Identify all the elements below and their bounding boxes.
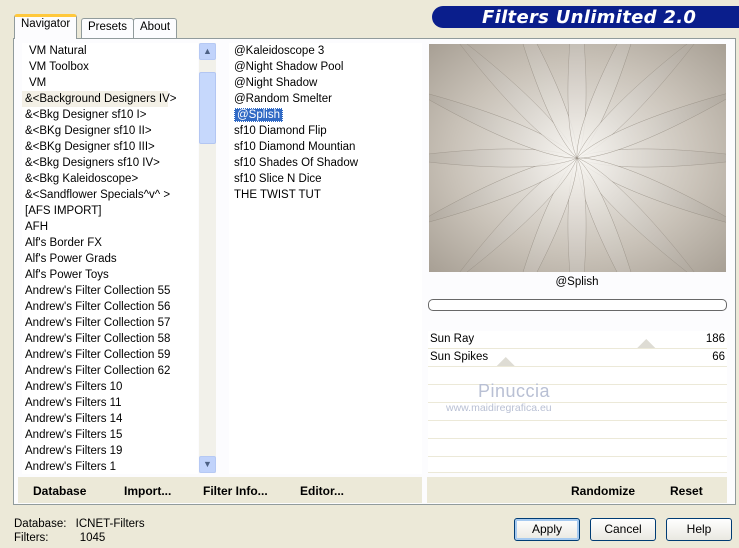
category-item[interactable]: Andrew's Filters 11	[22, 395, 198, 411]
filter-item[interactable]: @Kaleidoscope 3	[229, 43, 422, 59]
category-item[interactable]: Andrew's Filters 1	[22, 459, 198, 474]
filter-list[interactable]: @Kaleidoscope 3 @Night Shadow Pool @Night …	[229, 43, 422, 474]
category-item[interactable]: Andrew's Filter Collection 57	[22, 315, 198, 331]
filter-item-label: @Splish	[234, 108, 283, 122]
category-item[interactable]: VM	[22, 75, 198, 91]
category-scrollbar[interactable]: ▲ ▼	[199, 43, 216, 473]
filter-item-label: @Random Smelter	[234, 93, 332, 105]
app-title: Filters Unlimited 2.0	[482, 7, 697, 28]
watermark-name: Pinuccia	[478, 381, 551, 401]
filter-info-button[interactable]: Filter Info...	[203, 484, 268, 498]
category-item[interactable]: Andrew's Filters 19	[22, 443, 198, 459]
category-item[interactable]: &<Background Designers IV>	[22, 91, 177, 107]
category-item[interactable]: &<BKg Designer sf10 II>	[22, 123, 198, 139]
status-filters-value: 1045	[79, 532, 106, 544]
category-item[interactable]: Andrew's Filter Collection 55	[22, 283, 198, 299]
status-db-value: ICNET-Filters	[75, 518, 145, 530]
status-filters: Filters: 1045	[14, 532, 105, 544]
editor-button[interactable]: Editor...	[300, 484, 344, 498]
category-item[interactable]: Andrew's Filters 14	[22, 411, 198, 427]
filter-item-label: sf10 Slice N Dice	[234, 173, 322, 185]
param-row-empty	[428, 421, 727, 439]
watermark-url: www.maidiregrafica.eu	[446, 402, 552, 414]
progress-bar	[428, 299, 727, 311]
category-item[interactable]: Andrew's Filter Collection 56	[22, 299, 198, 315]
filter-item[interactable]: THE TWIST TUT	[229, 187, 422, 203]
randomize-button[interactable]: Randomize	[571, 484, 635, 498]
scroll-down-button[interactable]: ▼	[199, 456, 216, 473]
sun-spikes-slider[interactable]	[428, 357, 727, 367]
param-row-empty	[428, 385, 727, 403]
filter-item-label: @Night Shadow	[234, 77, 318, 89]
category-item[interactable]: &<Bkg Kaleidoscope>	[22, 171, 198, 187]
category-item[interactable]: &<Bkg Designer sf10 I>	[22, 107, 198, 123]
apply-button[interactable]: Apply	[514, 518, 580, 541]
filter-item-label: sf10 Diamond Flip	[234, 125, 327, 137]
filter-item-label: @Night Shadow Pool	[234, 61, 344, 73]
filter-item-label: sf10 Shades Of Shadow	[234, 157, 359, 169]
param-row-sun-spikes[interactable]: Sun Spikes 66	[428, 349, 727, 367]
filter-item[interactable]: sf10 Diamond Flip	[229, 123, 422, 139]
tab-presets[interactable]: Presets	[81, 18, 134, 38]
param-row-sun-ray[interactable]: Sun Ray 186	[428, 331, 727, 349]
category-item[interactable]: AFH	[22, 219, 198, 235]
param-row-empty	[428, 457, 727, 473]
category-item[interactable]: VM Toolbox	[22, 59, 198, 75]
category-item[interactable]: Alf's Power Toys	[22, 267, 198, 283]
category-item[interactable]: &<Bkg Designers sf10 IV>	[22, 155, 198, 171]
tab-about[interactable]: About	[133, 18, 178, 38]
category-item[interactable]: Alf's Power Grads	[22, 251, 198, 267]
status-db-label: Database:	[14, 518, 67, 530]
reset-button[interactable]: Reset	[670, 484, 703, 498]
filter-item[interactable]: sf10 Slice N Dice	[229, 171, 422, 187]
param-row-empty	[428, 367, 727, 385]
category-item[interactable]: Andrew's Filter Collection 59	[22, 347, 198, 363]
preview-filter-name: @Splish	[555, 276, 599, 288]
category-item[interactable]: Andrew's Filter Collection 62	[22, 363, 198, 379]
filter-item[interactable]: @Night Shadow	[229, 75, 422, 91]
import-button[interactable]: Import...	[124, 484, 171, 498]
filter-item-label: sf10 Diamond Mountian	[234, 141, 356, 153]
sun-ray-slider[interactable]	[428, 339, 727, 349]
category-item[interactable]: VM Natural	[22, 43, 198, 59]
category-item[interactable]: &<BKg Designer sf10 III>	[22, 139, 198, 155]
category-item[interactable]: Andrew's Filters 15	[22, 427, 198, 443]
scroll-thumb[interactable]	[199, 72, 216, 144]
filter-item[interactable]: @Random Smelter	[229, 91, 422, 107]
category-item[interactable]: &<Sandflower Specials^v^ >	[22, 187, 198, 203]
scroll-up-button[interactable]: ▲	[199, 43, 216, 60]
cancel-button[interactable]: Cancel	[590, 518, 656, 541]
category-item[interactable]: [AFS IMPORT]	[22, 203, 198, 219]
preview-image	[429, 44, 726, 272]
tab-navigator[interactable]: Navigator	[14, 14, 78, 39]
category-item[interactable]: Andrew's Filters 10	[22, 379, 198, 395]
database-button[interactable]: Database	[33, 484, 86, 498]
filter-item-label: THE TWIST TUT	[234, 189, 321, 201]
filter-item[interactable]: @Splish	[229, 107, 422, 123]
filter-item[interactable]: @Night Shadow Pool	[229, 59, 422, 75]
kaleidoscope-preview	[429, 44, 726, 272]
filter-item[interactable]: sf10 Shades Of Shadow	[229, 155, 422, 171]
category-item[interactable]: Andrew's Filter Collection 58	[22, 331, 198, 347]
filter-item[interactable]: sf10 Diamond Mountian	[229, 139, 422, 155]
status-database: Database: ICNET-Filters	[14, 518, 145, 530]
status-filters-label: Filters:	[14, 532, 49, 544]
help-button[interactable]: Help	[666, 518, 732, 541]
param-row-empty	[428, 439, 727, 457]
category-list[interactable]: VM Natural VM Toolbox VM &<Background Desig…	[22, 43, 198, 474]
filter-item-label: @Kaleidoscope 3	[234, 45, 325, 57]
category-item[interactable]: Alf's Border FX	[22, 235, 198, 251]
